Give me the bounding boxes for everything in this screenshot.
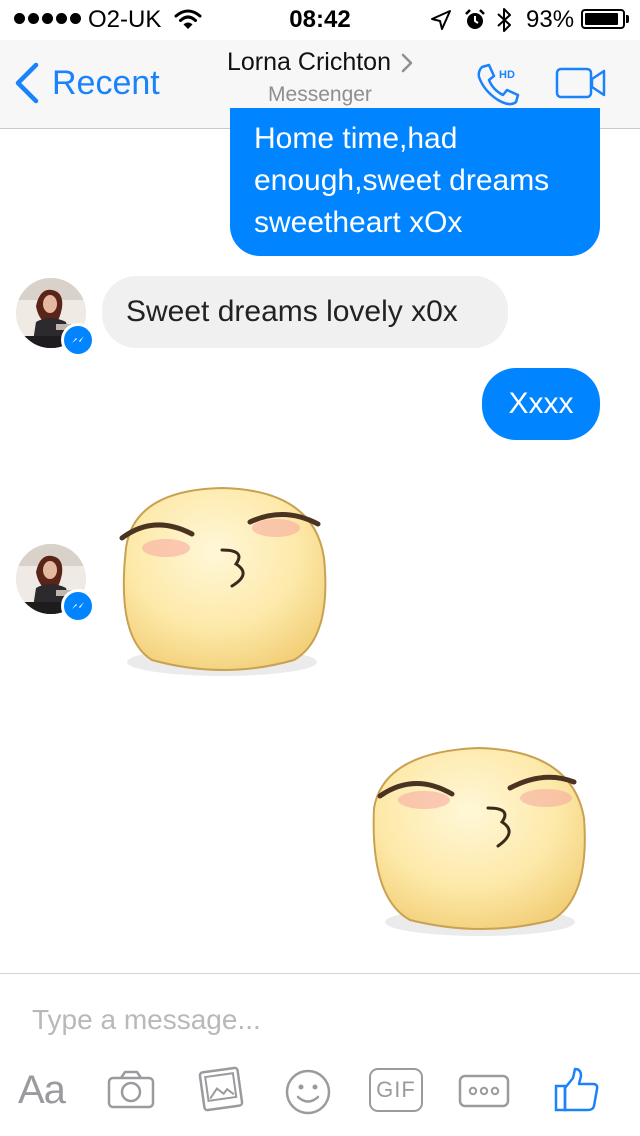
message-bubble-incoming[interactable]: Sweet dreams lovely x0x xyxy=(102,276,508,348)
message-text: Home time,had enough,sweet dreams sweeth… xyxy=(254,122,550,239)
battery-nub xyxy=(626,15,629,23)
composer-divider xyxy=(0,973,640,974)
phone-hd-icon[interactable]: HD xyxy=(474,62,524,108)
status-bar: O2-UK 08:42 93% xyxy=(0,0,640,40)
message-bubble-outgoing[interactable]: Xxxx xyxy=(482,368,600,440)
more-icon[interactable] xyxy=(458,1074,510,1108)
chevron-left-icon xyxy=(15,62,39,104)
contact-header[interactable]: Lorna Crichton Messenger xyxy=(200,48,440,107)
messenger-badge-icon xyxy=(61,589,95,623)
message-input[interactable] xyxy=(32,1000,608,1040)
message-text: Xxxx xyxy=(508,387,574,420)
photo-gallery-icon[interactable] xyxy=(196,1064,246,1114)
alarm-icon xyxy=(465,9,485,29)
battery-level-fill xyxy=(585,13,618,25)
kissing-face-sticker[interactable] xyxy=(104,478,344,688)
battery-percent: 93% xyxy=(526,6,575,33)
kissing-face-sticker[interactable] xyxy=(362,738,602,948)
gif-icon[interactable]: GIF xyxy=(369,1068,423,1112)
message-text: Sweet dreams lovely x0x xyxy=(126,295,458,328)
location-arrow-icon xyxy=(431,10,451,30)
text-style-button[interactable]: Aa xyxy=(18,1068,66,1113)
back-button[interactable]: Recent xyxy=(14,62,160,104)
emoji-icon[interactable] xyxy=(284,1068,332,1116)
camera-icon[interactable] xyxy=(106,1070,156,1110)
messenger-badge-icon xyxy=(61,323,95,357)
battery-icon xyxy=(581,9,625,29)
message-bubble-outgoing[interactable]: Home time,had enough,sweet dreams sweeth… xyxy=(230,108,600,256)
bluetooth-icon xyxy=(497,8,511,32)
back-label: Recent xyxy=(52,63,160,102)
like-icon[interactable] xyxy=(553,1066,601,1114)
contact-name: Lorna Crichton xyxy=(227,48,391,76)
video-camera-icon[interactable] xyxy=(555,66,607,100)
contact-subtitle: Messenger xyxy=(268,83,372,106)
call-hd-badge: HD xyxy=(499,69,515,81)
chevron-right-icon xyxy=(401,53,413,72)
